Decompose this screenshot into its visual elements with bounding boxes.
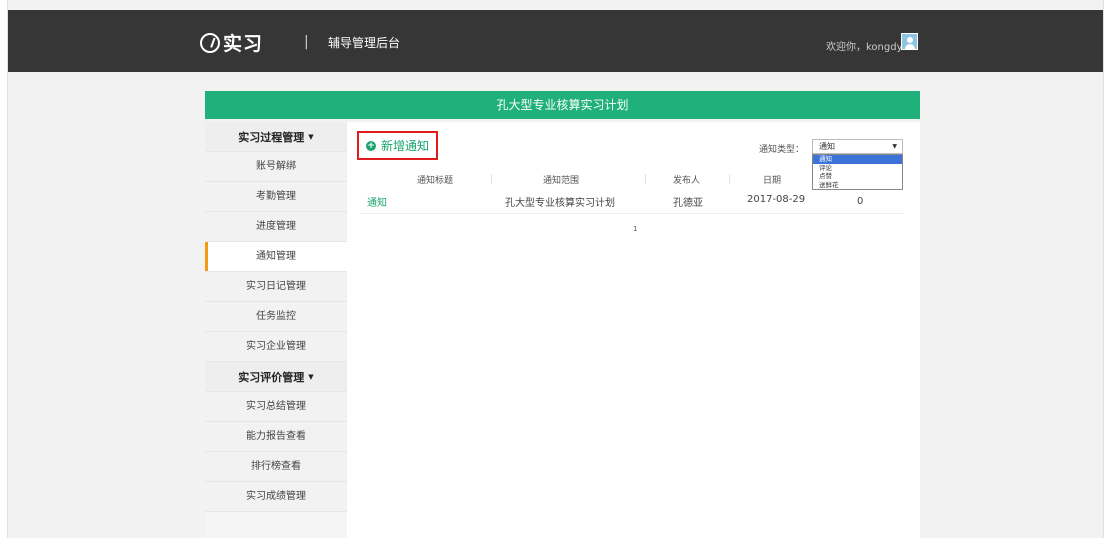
main-content: + 新增通知 通知类型： 通知 ▼ 通知 评论 点赞 送鲜花 通知标题 通知范围… bbox=[347, 122, 920, 538]
notification-type-select[interactable]: 通知 ▼ bbox=[812, 139, 903, 154]
sidebar-item-grades[interactable]: 实习成绩管理 bbox=[205, 482, 347, 512]
user-avatar[interactable] bbox=[901, 33, 918, 50]
notification-publisher: 孔德亚 bbox=[673, 198, 703, 209]
column-header-date: 日期 bbox=[763, 176, 782, 186]
notification-title-link[interactable]: 通知 bbox=[367, 194, 387, 209]
notification-date: 2017-08-29 bbox=[747, 194, 806, 205]
app-logo[interactable]: 实习 bbox=[200, 29, 263, 56]
sidebar-item-notifications[interactable]: 通知管理 bbox=[205, 242, 347, 272]
sidebar-item-label: 排行榜查看 bbox=[251, 461, 301, 472]
sidebar-item-label: 实习评价管理 bbox=[238, 371, 305, 384]
app-subtitle: 辅导管理后台 bbox=[328, 36, 401, 50]
sidebar-item-account-unbind[interactable]: 账号解绑 bbox=[205, 152, 347, 182]
sidebar-item-ranking[interactable]: 排行榜查看 bbox=[205, 452, 347, 482]
header-separator: | bbox=[304, 34, 309, 50]
column-divider bbox=[645, 174, 646, 184]
sidebar-item-label: 账号解绑 bbox=[256, 161, 296, 172]
sidebar-item-label: 实习日记管理 bbox=[246, 281, 306, 292]
sidebar-group-evaluation[interactable]: 实习评价管理 ▼ bbox=[205, 362, 347, 392]
logo-text: 实习 bbox=[223, 33, 264, 55]
logo-icon bbox=[200, 32, 220, 53]
plan-title-banner: 孔大型专业核算实习计划 bbox=[205, 91, 920, 119]
dropdown-option-notice[interactable]: 通知 bbox=[813, 155, 902, 164]
pagination-page-1[interactable]: 1 bbox=[633, 225, 637, 233]
sidebar-item-label: 考勤管理 bbox=[256, 191, 296, 202]
column-header-publisher: 发布人 bbox=[673, 176, 701, 186]
caret-down-icon: ▼ bbox=[308, 373, 314, 381]
add-notification-label: 新增通知 bbox=[380, 139, 429, 153]
notification-scope: 孔大型专业核算实习计划 bbox=[505, 198, 615, 209]
column-header-title: 通知标题 bbox=[417, 176, 454, 186]
sidebar: 实习过程管理 ▼ 账号解绑 考勤管理 进度管理 通知管理 实习日记管理 任务监控 … bbox=[205, 122, 347, 538]
sidebar-item-label: 实习企业管理 bbox=[246, 341, 306, 352]
dropdown-option-flower[interactable]: 送鲜花 bbox=[813, 181, 902, 190]
sidebar-item-summary[interactable]: 实习总结管理 bbox=[205, 392, 347, 422]
column-header-scope: 通知范围 bbox=[543, 176, 580, 186]
caret-down-icon: ▼ bbox=[308, 133, 314, 141]
notification-count: 0 bbox=[857, 196, 864, 207]
sidebar-item-progress[interactable]: 进度管理 bbox=[205, 212, 347, 242]
select-value: 通知 bbox=[819, 142, 835, 151]
sidebar-item-task-monitor[interactable]: 任务监控 bbox=[205, 302, 347, 332]
top-navigation-bar: 实习 | 辅导管理后台 欢迎你，kongdyt bbox=[8, 10, 1103, 72]
sidebar-group-process[interactable]: 实习过程管理 ▼ bbox=[205, 122, 347, 152]
plus-circle-icon: + bbox=[365, 140, 376, 151]
sidebar-item-label: 实习总结管理 bbox=[246, 401, 306, 412]
column-divider bbox=[729, 174, 730, 184]
sidebar-item-label: 能力报告查看 bbox=[246, 431, 306, 442]
sidebar-item-ability-report[interactable]: 能力报告查看 bbox=[205, 422, 347, 452]
sidebar-item-attendance[interactable]: 考勤管理 bbox=[205, 182, 347, 212]
sidebar-item-label: 通知管理 bbox=[256, 251, 296, 262]
add-notification-button[interactable]: + 新增通知 bbox=[357, 131, 438, 160]
sidebar-item-label: 实习成绩管理 bbox=[246, 491, 306, 502]
sidebar-item-label: 进度管理 bbox=[256, 221, 296, 232]
sidebar-item-enterprise[interactable]: 实习企业管理 bbox=[205, 332, 347, 362]
notification-type-dropdown: 通知 评论 点赞 送鲜花 bbox=[812, 154, 903, 190]
dropdown-option-like[interactable]: 点赞 bbox=[813, 172, 902, 181]
sidebar-item-label: 实习过程管理 bbox=[238, 131, 305, 144]
welcome-text: 欢迎你，kongdyt bbox=[826, 42, 907, 53]
page-right-border bbox=[1103, 0, 1110, 538]
row-divider bbox=[360, 213, 903, 214]
sidebar-item-label: 任务监控 bbox=[256, 311, 296, 322]
dropdown-arrow-icon: ▼ bbox=[892, 143, 897, 150]
sidebar-item-diary[interactable]: 实习日记管理 bbox=[205, 272, 347, 302]
dropdown-option-comment[interactable]: 评论 bbox=[813, 164, 902, 173]
page-left-border bbox=[0, 0, 8, 538]
column-divider bbox=[491, 174, 492, 184]
notification-type-label: 通知类型： bbox=[759, 145, 805, 155]
